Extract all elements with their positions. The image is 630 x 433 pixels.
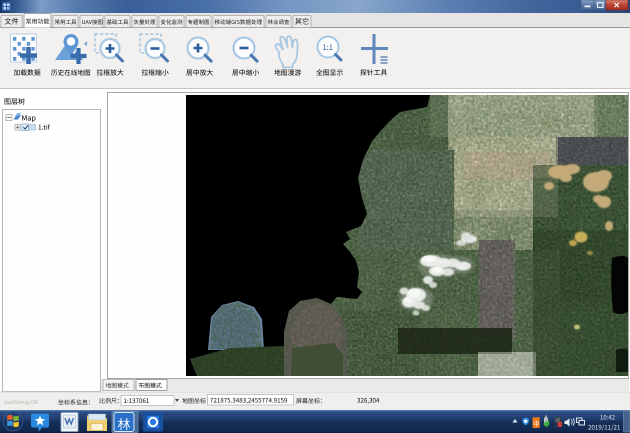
svg-text:loadString OK: loadString OK [4,400,39,406]
